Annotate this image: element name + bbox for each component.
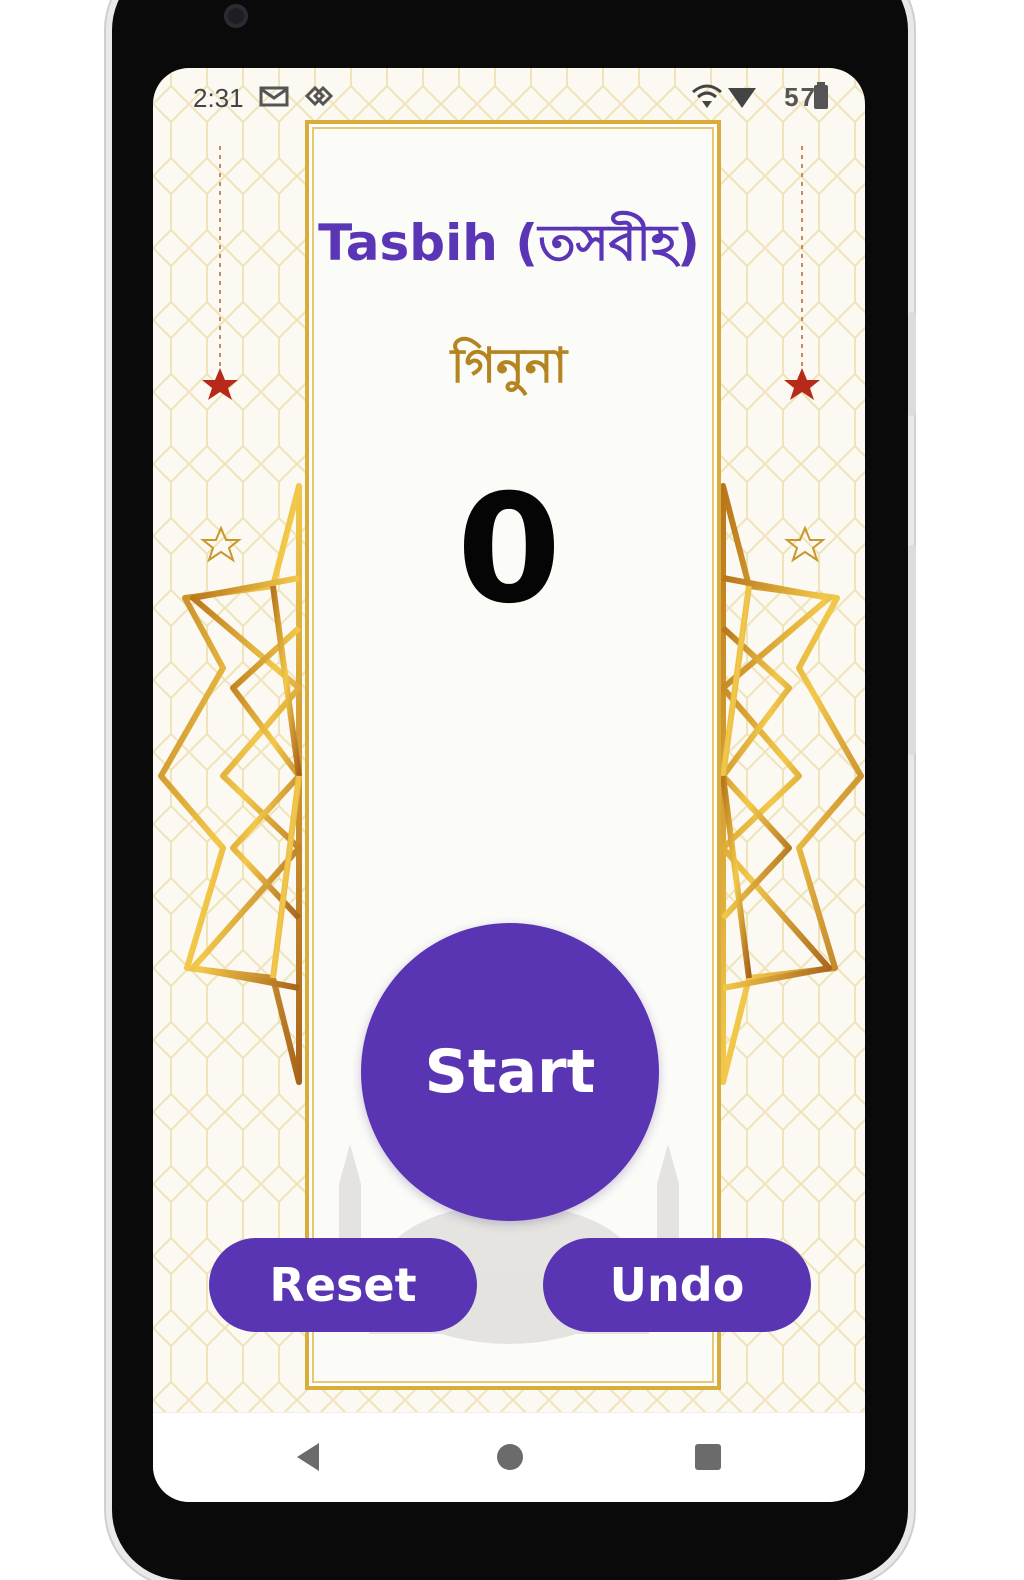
front-camera (224, 4, 248, 28)
status-time: 2:31 (193, 83, 244, 113)
mail-icon (259, 86, 289, 107)
status-bar: 2:31 57 (153, 68, 865, 124)
sync-icon (304, 85, 333, 107)
navigation-bar (153, 1412, 865, 1502)
back-icon[interactable] (293, 1441, 323, 1473)
start-button[interactable]: Start (361, 923, 659, 1221)
home-icon[interactable] (495, 1441, 525, 1473)
count-subtitle: গিনুনা (450, 338, 568, 394)
page-title: Tasbih (তসবীহ) (318, 214, 700, 272)
signal-icon (728, 88, 756, 108)
recents-icon[interactable] (693, 1441, 723, 1473)
tasbih-counter: 0 (456, 463, 562, 637)
reset-button[interactable]: Reset (209, 1238, 477, 1332)
battery-icon (814, 82, 828, 109)
volume-button (908, 545, 916, 755)
wifi-icon (692, 84, 722, 108)
undo-button[interactable]: Undo (543, 1238, 811, 1332)
app-screen: 2:31 57 Tasbih (তসবীহ) গিনুনা 0 Start Re… (153, 68, 865, 1502)
power-button (908, 312, 916, 416)
